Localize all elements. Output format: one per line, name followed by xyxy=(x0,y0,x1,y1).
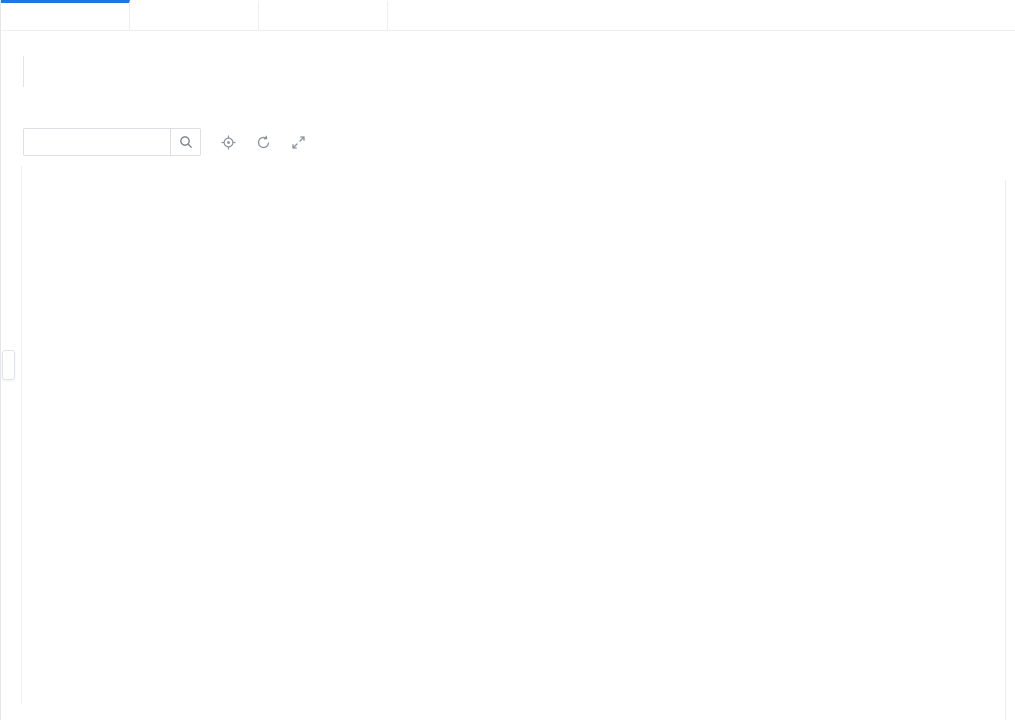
tab-trace-analysis[interactable] xyxy=(130,0,259,30)
crosshair-icon xyxy=(221,135,236,150)
refresh-icon xyxy=(256,135,271,150)
expand-icon xyxy=(291,135,306,150)
waterfall-toolbar xyxy=(23,128,1015,156)
search-icon xyxy=(179,135,193,149)
subtab-bar xyxy=(1,31,1015,48)
expand-button[interactable] xyxy=(290,134,306,150)
panel-right-border xyxy=(1005,180,1006,720)
collapse-drawer-handle[interactable] xyxy=(2,350,15,380)
filter-input[interactable] xyxy=(24,129,170,155)
pie-icon xyxy=(268,10,281,23)
chart-icon xyxy=(139,10,152,23)
search-button[interactable] xyxy=(170,129,200,155)
span-waterfall xyxy=(21,166,1015,704)
minimap-bars xyxy=(23,56,1000,87)
refresh-button[interactable] xyxy=(255,134,271,150)
tab-data-stats[interactable] xyxy=(259,0,388,30)
tab-trace-detail[interactable] xyxy=(1,0,130,30)
time-axis xyxy=(1,87,1015,114)
filter-box xyxy=(23,128,201,156)
list-icon xyxy=(10,10,23,23)
tab-strip xyxy=(1,0,1015,31)
locate-button[interactable] xyxy=(220,134,236,150)
trace-minimap[interactable] xyxy=(1,53,1015,87)
